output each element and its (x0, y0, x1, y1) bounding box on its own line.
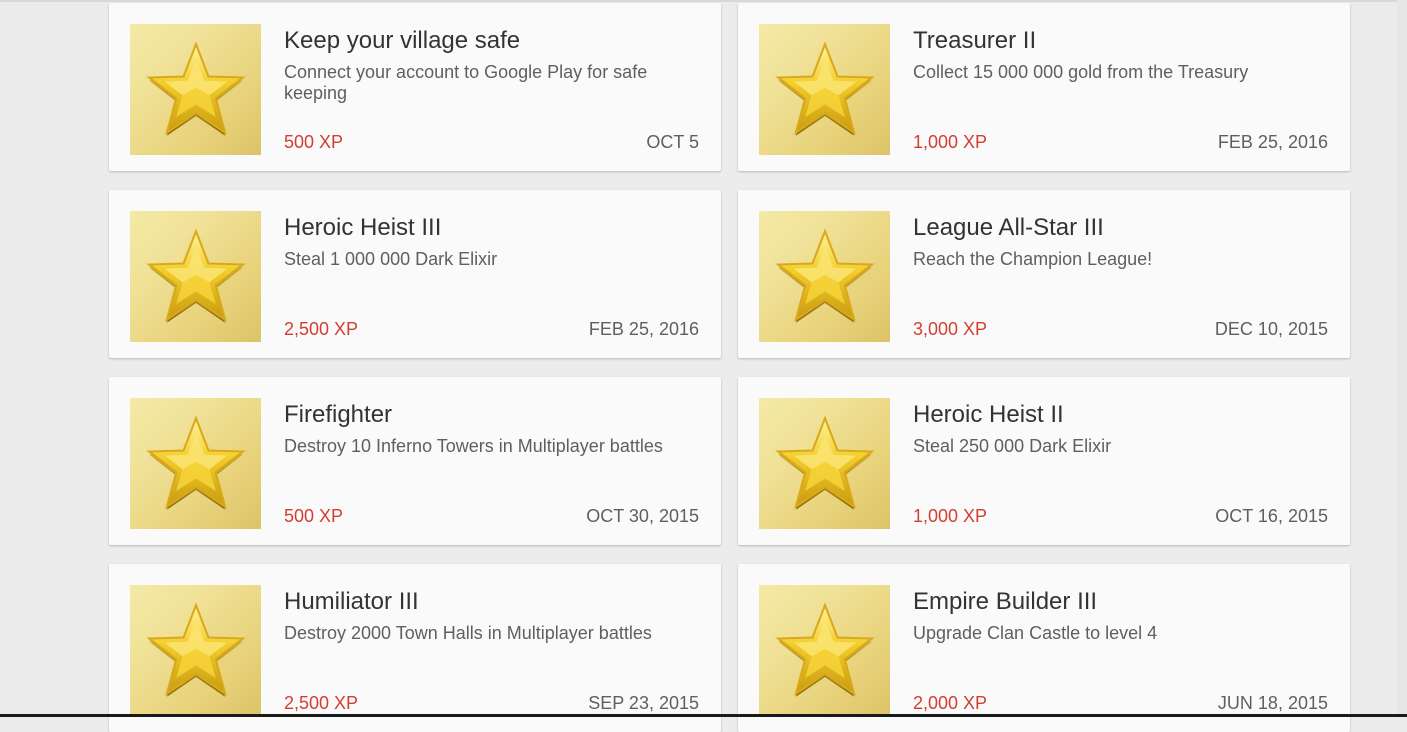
achievement-xp: 500 XP (284, 132, 344, 152)
achievement-description: Connect your account to Google Play for … (284, 62, 648, 103)
achievement-xp: 500 XP (284, 506, 344, 526)
achievement-card[interactable]: Heroic Heist III Steal 1 000 000 Dark El… (109, 190, 721, 358)
achievement-title: League All-Star III (913, 214, 1104, 241)
achievement-title: Heroic Heist II (913, 401, 1064, 428)
gold-star-icon (759, 24, 890, 155)
gold-star-icon (759, 398, 890, 529)
achievement-card[interactable]: League All-Star III Reach the Champion L… (738, 190, 1350, 358)
achievement-xp: 1,000 XP (913, 132, 988, 152)
achievement-title: Treasurer II (913, 27, 1037, 54)
achievement-xp: 1,000 XP (913, 506, 988, 526)
achievement-description: Reach the Champion League! (913, 249, 1153, 269)
scroll-track (1397, 0, 1407, 717)
achievement-description: Destroy 2000 Town Halls in Multiplayer b… (284, 623, 652, 643)
achievement-date: OCT 30, 2015 (586, 506, 699, 526)
achievement-card[interactable]: Treasurer II Collect 15 000 000 gold fro… (738, 3, 1350, 171)
gold-star-icon (130, 211, 261, 342)
achievement-card[interactable]: Keep your village safe Connect your acco… (109, 3, 721, 171)
achievement-card[interactable]: Empire Builder III Upgrade Clan Castle t… (738, 564, 1350, 732)
achievement-title: Keep your village safe (284, 27, 521, 54)
achievement-date: OCT 16, 2015 (1215, 506, 1328, 526)
achievement-title: Firefighter (284, 401, 393, 428)
achievement-xp: 2,000 XP (913, 693, 988, 713)
achievement-date: FEB 25, 2016 (1217, 132, 1328, 152)
achievement-xp: 3,000 XP (913, 319, 988, 339)
achievement-description: Steal 1 000 000 Dark Elixir (284, 249, 498, 269)
achievement-description: Destroy 10 Inferno Towers in Multiplayer… (284, 436, 663, 456)
gold-star-icon (130, 398, 261, 529)
achievement-date: OCT 5 (646, 132, 699, 152)
achievement-description: Upgrade Clan Castle to level 4 (913, 623, 1158, 643)
gold-star-icon (130, 585, 261, 716)
achievement-date: JUN 18, 2015 (1217, 693, 1328, 713)
achievement-date: DEC 10, 2015 (1214, 319, 1328, 339)
achievement-xp: 2,500 XP (284, 319, 359, 339)
achievement-title: Heroic Heist III (284, 214, 442, 241)
gold-star-icon (130, 24, 261, 155)
achievement-card[interactable]: Humiliator III Destroy 2000 Town Halls i… (109, 564, 721, 732)
achievement-title: Humiliator III (284, 588, 419, 615)
gold-star-icon (759, 211, 890, 342)
achievement-card[interactable]: Firefighter Destroy 10 Inferno Towers in… (109, 377, 721, 545)
gold-star-icon (759, 585, 890, 716)
achievement-description: Collect 15 000 000 gold from the Treasur… (913, 62, 1249, 82)
achievement-description: Steal 250 000 Dark Elixir (913, 436, 1112, 456)
achievement-xp: 2,500 XP (284, 693, 359, 713)
achievement-date: SEP 23, 2015 (588, 693, 699, 713)
achievement-title: Empire Builder III (913, 588, 1098, 615)
achievement-card[interactable]: Heroic Heist II Steal 250 000 Dark Elixi… (738, 377, 1350, 545)
achievement-date: FEB 25, 2016 (588, 319, 699, 339)
top-divider (0, 0, 1407, 2)
